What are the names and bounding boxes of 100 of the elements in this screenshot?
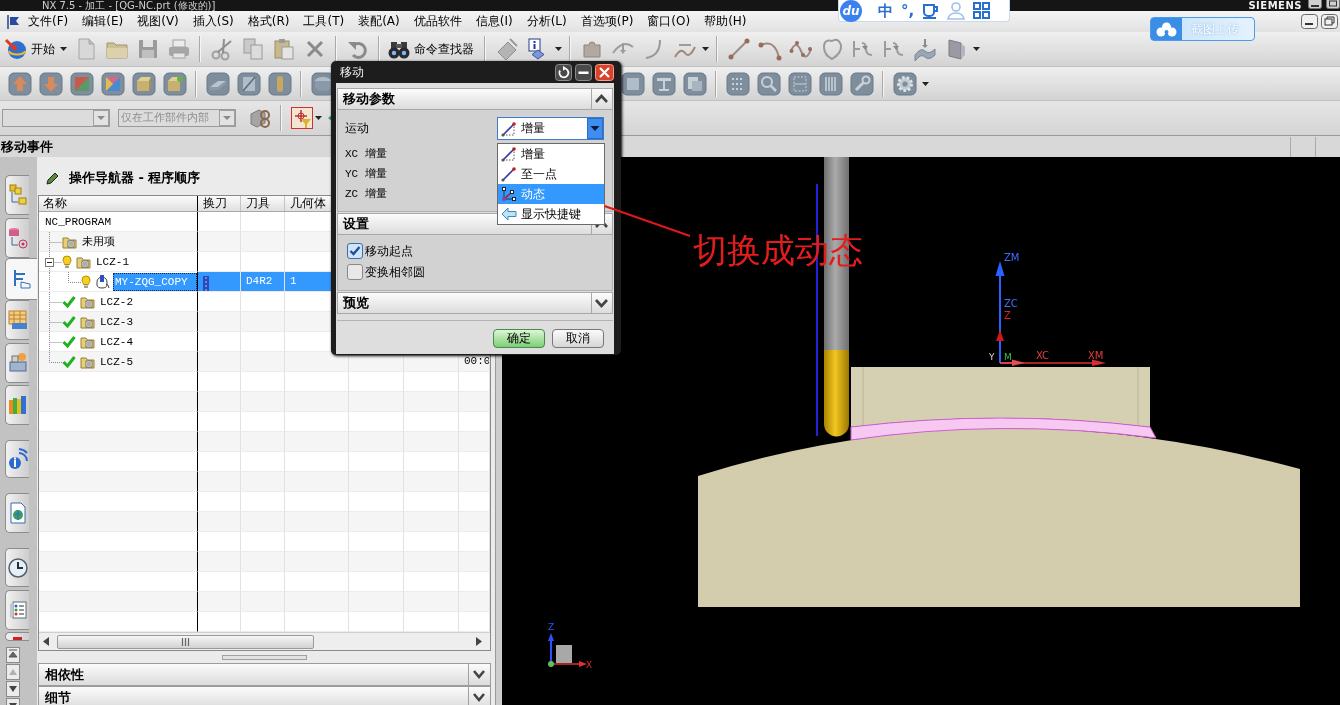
- slab-icon[interactable]: [205, 71, 230, 96]
- column-header[interactable]: 名称: [39, 196, 198, 211]
- caret-icon[interactable]: [702, 47, 709, 51]
- scissors-icon[interactable]: [209, 37, 234, 61]
- punctuation-toggle[interactable]: °,: [901, 1, 915, 20]
- dotted-arrow-icon: [501, 146, 517, 162]
- menu-item[interactable]: 视图(V): [137, 12, 179, 31]
- restore-icon[interactable]: [1321, 14, 1338, 29]
- checkbox[interactable]: [347, 263, 363, 280]
- section-header[interactable]: 移动参数: [337, 88, 613, 110]
- motion-dropdown[interactable]: 增量: [497, 117, 604, 140]
- checkbox[interactable]: [347, 243, 363, 260]
- menu-item[interactable]: 优品软件: [413, 12, 462, 31]
- tree-item[interactable]: 未用项: [80, 232, 117, 251]
- scroll-left-icon[interactable]: [43, 637, 49, 646]
- menu-item[interactable]: 插入(S): [192, 12, 234, 31]
- program-folder-icon: [80, 354, 95, 369]
- arrow-to-point-icon: [501, 166, 517, 182]
- tree-item[interactable]: LCZ-1: [94, 252, 131, 271]
- minimize-icon[interactable]: [575, 63, 592, 81]
- dot-grid-icon[interactable]: [725, 71, 750, 96]
- restore-icon[interactable]: [1326, 0, 1340, 9]
- resource-tab[interactable]: [5, 548, 29, 587]
- tree-item[interactable]: LCZ-3: [98, 312, 135, 331]
- table-row[interactable]: LCZ-5 00:0: [39, 352, 490, 372]
- colored-square-icon[interactable]: [69, 71, 94, 96]
- cup-icon[interactable]: [922, 2, 940, 19]
- panel-header[interactable]: 相依性: [38, 663, 491, 686]
- menu-item[interactable]: 首选项(P): [580, 12, 634, 31]
- caret-icon[interactable]: [315, 116, 322, 120]
- t-shape-icon[interactable]: [651, 71, 676, 96]
- table-cell: D4R2: [246, 275, 273, 287]
- section-header[interactable]: 预览: [337, 292, 613, 314]
- tree-item[interactable]: LCZ-5: [98, 352, 135, 371]
- menu-item[interactable]: 格式(R): [247, 12, 290, 31]
- gear-icon[interactable]: [892, 71, 917, 96]
- menu-item[interactable]: 窗口(O): [647, 12, 691, 31]
- caret-icon[interactable]: [555, 47, 562, 51]
- menu-item[interactable]: 文件(F): [28, 12, 69, 31]
- table-cell: 00:0: [464, 355, 489, 367]
- start-button[interactable]: 开始: [4, 35, 70, 63]
- caret-icon: [60, 47, 67, 51]
- menu-item[interactable]: 帮助(H): [704, 12, 747, 31]
- panel-icon[interactable]: [236, 71, 261, 96]
- minimize-icon[interactable]: [1301, 14, 1318, 29]
- surface-icon[interactable]: [912, 37, 937, 61]
- dropdown-option[interactable]: 至一点: [498, 164, 604, 184]
- scroll-first-icon[interactable]: [6, 647, 20, 663]
- box-icon[interactable]: [131, 71, 156, 96]
- tree-guide-line: [49, 232, 62, 251]
- column-header[interactable]: 换刀: [198, 196, 241, 211]
- caret-icon[interactable]: [922, 81, 929, 86]
- menu-item[interactable]: 编辑(E): [82, 12, 124, 31]
- scrollbar-thumb[interactable]: [57, 634, 314, 649]
- dialog-button[interactable]: 确定: [493, 329, 545, 348]
- program-folder-icon: [80, 334, 95, 349]
- tree-item[interactable]: LCZ-4: [98, 332, 135, 351]
- minimize-icon[interactable]: [1308, 0, 1322, 9]
- caret-icon[interactable]: [973, 47, 980, 51]
- axis-label: XM: [1088, 350, 1104, 361]
- magnifier-icon[interactable]: [756, 71, 781, 96]
- machine-icon: [7, 352, 28, 374]
- bars-icon[interactable]: [818, 71, 843, 96]
- collapse-icon[interactable]: [45, 257, 54, 267]
- clipboard-icon[interactable]: [271, 37, 296, 61]
- tree-item[interactable]: LCZ-2: [98, 292, 135, 311]
- window-title: NX 7.5 - 加工 - [QG-NC.prt (修改的)]: [42, 0, 216, 11]
- colored-square-icon[interactable]: [100, 71, 125, 96]
- close-icon[interactable]: [595, 63, 614, 81]
- panel-title: 操作导航器 - 程序顺序: [69, 170, 201, 186]
- grid-icon[interactable]: [973, 2, 991, 19]
- reset-icon[interactable]: [555, 63, 572, 81]
- dropdown-option[interactable]: 增量: [498, 144, 604, 164]
- user-icon[interactable]: [947, 1, 966, 20]
- axis-label: XC: [1036, 350, 1050, 361]
- splitter-handle[interactable]: [222, 654, 307, 660]
- stacked-sheets-icon[interactable]: [682, 71, 707, 96]
- dotted-grid-icon[interactable]: [787, 71, 812, 96]
- box-icon[interactable]: [162, 71, 187, 96]
- menu-item[interactable]: 分析(L): [526, 12, 567, 31]
- cylinder-target-icon: [7, 227, 28, 249]
- column-header[interactable]: 刀具: [241, 196, 285, 211]
- field-label: 运动: [345, 121, 369, 136]
- tree-item[interactable]: NC_PROGRAM: [43, 212, 113, 231]
- triad-icon: [501, 186, 517, 202]
- cue-text: 移动事件: [0, 138, 53, 155]
- panel-header[interactable]: 细节: [38, 686, 491, 705]
- dialog-button[interactable]: 取消: [552, 329, 604, 348]
- input-mode-toggle[interactable]: 中: [878, 1, 893, 20]
- menu-item[interactable]: 工具(T): [303, 12, 345, 31]
- scroll-right-icon[interactable]: [476, 637, 482, 646]
- crosshair-filter-icon[interactable]: [291, 107, 313, 129]
- printer-icon[interactable]: [166, 37, 191, 61]
- cylinder-icon[interactable]: [267, 71, 292, 96]
- wrench-icon[interactable]: [849, 71, 874, 96]
- menu-item[interactable]: 装配(A): [358, 12, 400, 31]
- menu-item[interactable]: 信息(I): [475, 12, 513, 31]
- square-icon[interactable]: [620, 71, 645, 96]
- line-icon[interactable]: [726, 37, 751, 61]
- table-cell: 1: [290, 275, 297, 287]
